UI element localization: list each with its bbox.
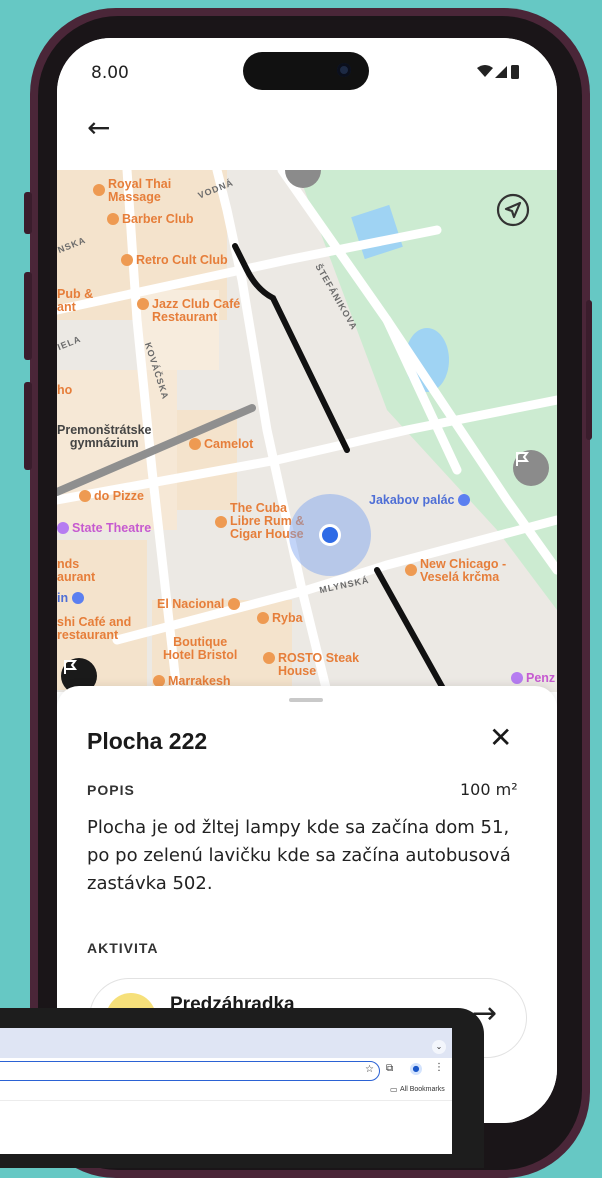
poi-marker [137, 298, 149, 310]
status-time: 8.00 [91, 63, 129, 83]
profile-icon[interactable]: ● [410, 1063, 422, 1075]
status-icons [477, 64, 523, 84]
poi-marker [57, 522, 69, 534]
poi-label: in [57, 591, 69, 605]
extensions-icon[interactable]: ⧉ [386, 1063, 393, 1074]
flag-marker-right[interactable] [513, 450, 549, 486]
laptop-screen: ⌄ ☆ ⧉ ● ⋮ ▭ All Bookmarks [0, 1028, 452, 1154]
poi-label: Jakabov palác [369, 493, 455, 507]
description-label: POPIS [87, 782, 135, 798]
poi-label: Premonštrátske gymnázium [57, 423, 152, 450]
sheet-drag-handle[interactable] [289, 698, 323, 702]
poi-label: Retro Cult Club [136, 253, 228, 267]
phone-side-button [24, 192, 32, 234]
poi-marker [457, 494, 470, 506]
poi-marker [107, 213, 119, 225]
status-bar: 8.00 [57, 38, 557, 118]
poi-label: Jazz Club Café Restaurant [152, 297, 241, 324]
poi-marker [79, 490, 91, 502]
map-view[interactable]: VODNÁ NSKA ŠTEFÁNIKOVA KOVÁČSKA IELA MLY… [57, 170, 557, 692]
star-icon[interactable]: ☆ [365, 1064, 374, 1075]
poi-label: New Chicago - Veselá krčma [420, 557, 507, 584]
poi-pub[interactable]: Pub & ant [57, 288, 93, 314]
poi-label: Camelot [204, 437, 254, 451]
poi-label: ROSTO Steak House [278, 651, 360, 678]
browser-tab-strip: ⌄ [0, 1028, 452, 1058]
wifi-icon [477, 65, 493, 77]
phone-screen: 8.00 ← VODNÁ NSKA ŠTEFÁNIKOVA KOVÁČSKA I… [57, 38, 557, 1123]
phone-power-button [586, 300, 592, 440]
poi-label: State Theatre [72, 521, 152, 535]
navigation-icon[interactable] [495, 192, 531, 228]
poi-label: Royal Thai Massage [108, 177, 172, 204]
poi-el-nacional[interactable]: El Nacional [157, 598, 243, 611]
poi-new-chicago[interactable]: New Chicago - Veselá krčma [405, 558, 506, 584]
plot-title: Plocha 222 [87, 728, 208, 754]
bookmarks-bar [0, 1082, 452, 1101]
poi-label: Penz [526, 671, 556, 685]
poi-retro-cult-club[interactable]: Retro Cult Club [121, 254, 228, 267]
dynamic-island [243, 52, 369, 90]
poi-shi-cafe[interactable]: shi Café and restaurant [57, 616, 131, 642]
more-menu-icon[interactable]: ⋮ [434, 1062, 444, 1073]
address-bar[interactable]: ☆ [0, 1061, 380, 1081]
poi-marker [227, 598, 240, 610]
poi-marker [215, 516, 227, 528]
poi-rosto-steak-house[interactable]: ROSTO Steak House [263, 652, 359, 678]
flag-icon [64, 660, 77, 674]
poi-marker [189, 438, 201, 450]
poi-penz[interactable]: Penz [511, 672, 555, 685]
poi-hotel-bristol[interactable]: Boutique Hotel Bristol [163, 636, 237, 662]
poi-label: Boutique Hotel Bristol [163, 635, 238, 662]
poi-marker [405, 564, 417, 576]
poi-label: do Pizze [94, 489, 145, 503]
poi-label: ho [57, 383, 73, 397]
close-icon[interactable]: ✕ [489, 724, 512, 752]
current-location-dot [319, 524, 341, 546]
tab-menu-icon[interactable]: ⌄ [432, 1040, 446, 1054]
all-bookmarks-label[interactable]: All Bookmarks [400, 1086, 445, 1093]
poi-jakabov-palac[interactable]: Jakabov palác [369, 494, 473, 507]
poi-label: El Nacional [157, 597, 225, 611]
poi-premonstratske-gymnazium[interactable]: Premonštrátske gymnázium [57, 424, 152, 450]
poi-ryba[interactable]: Ryba [257, 612, 303, 625]
phone-volume-up-button [24, 272, 32, 360]
poi-camelot[interactable]: Camelot [189, 438, 253, 451]
poi-marker [257, 612, 269, 624]
poi-label: nds aurant [57, 557, 96, 584]
poi-marker [121, 254, 133, 266]
poi-label: Pub & ant [57, 287, 94, 314]
poi-jazz-club[interactable]: Jazz Club Café Restaurant [137, 298, 240, 324]
folder-icon: ▭ [390, 1085, 398, 1094]
poi-label: Ryba [272, 611, 303, 625]
poi-barber-club[interactable]: Barber Club [107, 213, 194, 226]
poi-marker [71, 592, 84, 604]
poi-marker [93, 184, 105, 196]
front-camera [337, 63, 351, 77]
battery-icon [511, 65, 519, 79]
plot-description: Plocha je od žltej lampy kde sa začína d… [87, 817, 511, 894]
poi-label: shi Café and restaurant [57, 615, 132, 642]
poi-marker [511, 672, 523, 684]
poi-label: Barber Club [122, 212, 194, 226]
flag-icon [516, 452, 529, 466]
poi-nds-aurant[interactable]: nds aurant [57, 558, 95, 584]
poi-marker [263, 652, 275, 664]
poi-do-pizze[interactable]: do Pizze [79, 490, 144, 503]
signal-icon [495, 66, 507, 78]
poi-in[interactable]: in [57, 592, 87, 605]
back-arrow-icon[interactable]: ← [87, 114, 110, 142]
plot-area: 100 m² [460, 780, 518, 799]
poi-royal-thai[interactable]: Royal Thai Massage [93, 178, 171, 204]
phone-volume-down-button [24, 382, 32, 470]
poi-state-theatre[interactable]: State Theatre [57, 522, 151, 535]
poi-ho[interactable]: ho [57, 384, 72, 397]
activity-label: AKTIVITA [87, 940, 159, 956]
